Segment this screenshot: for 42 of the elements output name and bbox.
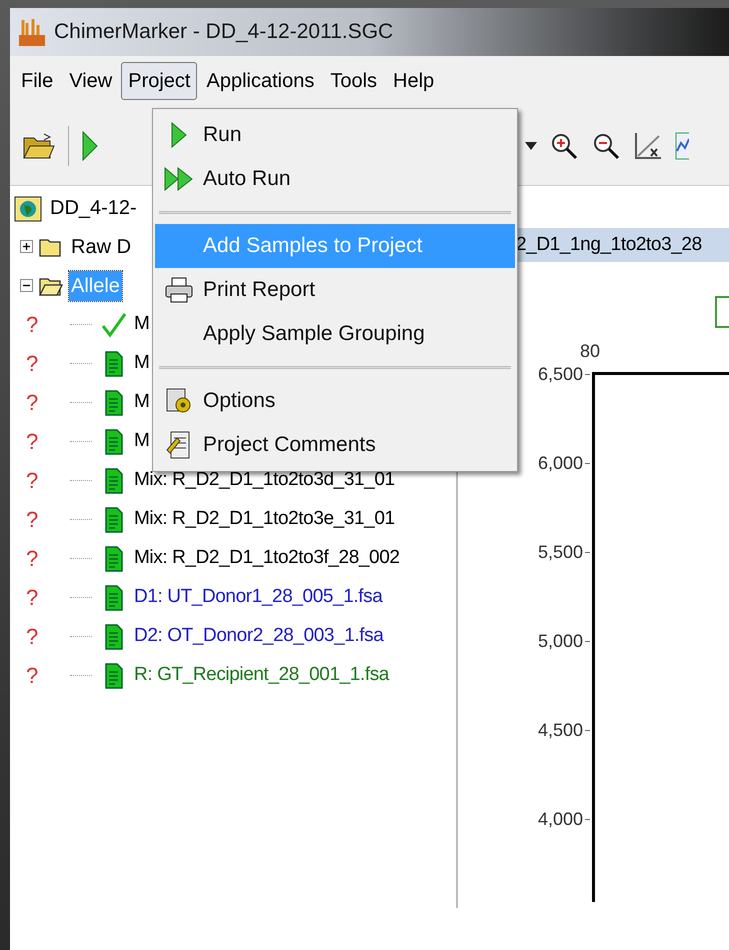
- tree-item[interactable]: M: [134, 349, 150, 378]
- tree-item[interactable]: DD_4-12-: [50, 192, 137, 222]
- menu-item[interactable]: View: [62, 62, 120, 100]
- status-mark: ?: [25, 662, 40, 690]
- status-mark: ?: [25, 623, 40, 651]
- status-mark: ?: [25, 350, 40, 378]
- axis-label: 4,000: [538, 808, 583, 831]
- tree-item[interactable]: D1: UT_Donor1_28_005_1.fsa: [134, 583, 382, 612]
- status-mark: ?: [25, 467, 40, 495]
- menu-option[interactable]: Apply Sample Grouping: [155, 312, 515, 356]
- tree-item[interactable]: M: [134, 388, 150, 417]
- menu-option[interactable]: Project Comments: [155, 423, 515, 467]
- status-mark: ?: [25, 584, 40, 612]
- status-mark: ?: [25, 311, 40, 339]
- axis-label: 5,500: [538, 541, 583, 564]
- tree-item[interactable]: D2: OT_Donor2_28_003_1.fsa: [134, 622, 384, 651]
- status-mark: ?: [25, 506, 40, 534]
- menu-item[interactable]: Project: [121, 62, 198, 100]
- sample-tab[interactable]: 2_D1_1ng_1to2to3_28: [516, 230, 702, 260]
- tree-item[interactable]: Mix: R_D2_D1_1to2to3e_31_01: [134, 505, 395, 534]
- menu-option[interactable]: Auto Run: [155, 157, 515, 201]
- status-mark: ?: [25, 428, 40, 456]
- menu-option[interactable]: Run: [155, 113, 515, 157]
- axis-label: 5,000: [538, 630, 583, 653]
- axis-label: 80: [580, 340, 600, 363]
- tree-item[interactable]: R: GT_Recipient_28_001_1.fsa: [134, 661, 389, 690]
- tree-item[interactable]: Raw D: [69, 232, 134, 262]
- menu-item[interactable]: File: [14, 62, 60, 100]
- axis-label: 6,500: [538, 363, 583, 386]
- axis-label: 4,500: [538, 719, 583, 742]
- menu-item[interactable]: Tools: [323, 62, 384, 100]
- menu-item[interactable]: Applications: [199, 62, 322, 100]
- window-title: ChimerMarker - DD_4-12-2011.SGC: [54, 19, 394, 46]
- axis-label: 6,000: [538, 452, 583, 475]
- tree-item[interactable]: M: [134, 310, 150, 339]
- menu-item[interactable]: Help: [386, 62, 442, 100]
- menu-option[interactable]: Options: [155, 379, 515, 423]
- status-mark: ?: [25, 389, 40, 417]
- tree-item[interactable]: Mix: R_D2_D1_1to2to3f_28_002: [134, 544, 400, 573]
- tree-item[interactable]: M: [134, 427, 150, 456]
- menu-option[interactable]: Print Report: [155, 268, 515, 312]
- status-mark: ?: [25, 545, 40, 573]
